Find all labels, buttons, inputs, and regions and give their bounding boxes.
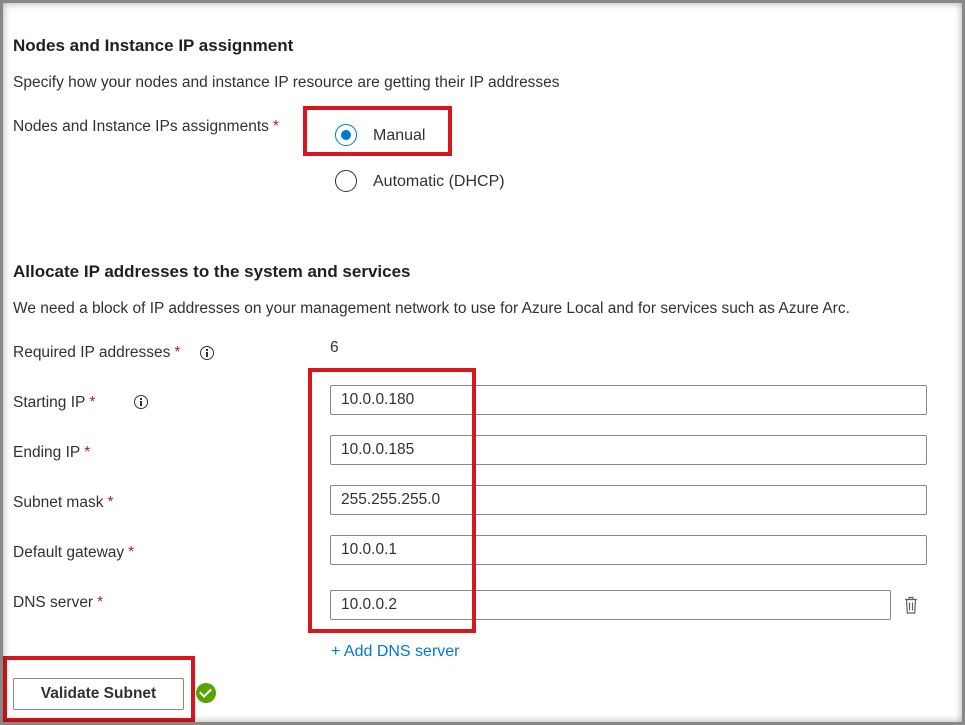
subnet-mask-label-text: Subnet mask (13, 494, 104, 511)
required-marker: * (89, 394, 96, 411)
info-icon[interactable] (134, 394, 149, 409)
trash-icon[interactable] (904, 596, 918, 614)
manual-highlight-box (303, 106, 452, 156)
required-ip-label: Required IP addresses * (13, 344, 180, 362)
ending-ip-label: Ending IP * (13, 444, 90, 462)
radio-automatic-dhcp-label[interactable]: Automatic (DHCP) (373, 173, 505, 191)
nodes-section-description: Specify how your nodes and instance IP r… (13, 74, 560, 91)
required-marker: * (174, 344, 181, 361)
checkmark-circle-icon (196, 683, 216, 703)
info-icon[interactable] (200, 345, 214, 360)
subnet-mask-label: Subnet mask * (13, 494, 114, 512)
dns-server-label: DNS server * (13, 594, 103, 612)
required-marker: * (128, 544, 135, 561)
required-ip-value: 6 (330, 339, 339, 356)
default-gateway-label-text: Default gateway (13, 544, 125, 561)
required-marker: * (97, 594, 104, 611)
default-gateway-label: Default gateway * (13, 544, 134, 562)
required-marker: * (272, 118, 279, 135)
required-marker: * (107, 494, 114, 511)
required-ip-label-text: Required IP addresses (13, 344, 171, 361)
starting-ip-label: Starting IP * (13, 394, 95, 412)
required-marker: * (84, 444, 91, 461)
starting-ip-label-text: Starting IP (13, 394, 86, 411)
add-dns-server-link[interactable]: + Add DNS server (331, 643, 460, 661)
ending-ip-label-text: Ending IP (13, 444, 81, 461)
dns-server-label-text: DNS server (13, 594, 94, 611)
validate-highlight-box (3, 656, 195, 722)
allocate-section-description: We need a block of IP addresses on your … (13, 300, 850, 317)
ip-assignment-label: Nodes and Instance IPs assignments * (13, 118, 279, 136)
radio-automatic-dhcp[interactable] (335, 170, 357, 192)
ip-fields-highlight-box (308, 368, 476, 633)
ip-assignment-label-text: Nodes and Instance IPs assignments (13, 118, 269, 135)
nodes-section-heading: Nodes and Instance IP assignment (13, 36, 294, 55)
allocate-section-heading: Allocate IP addresses to the system and … (13, 262, 411, 281)
